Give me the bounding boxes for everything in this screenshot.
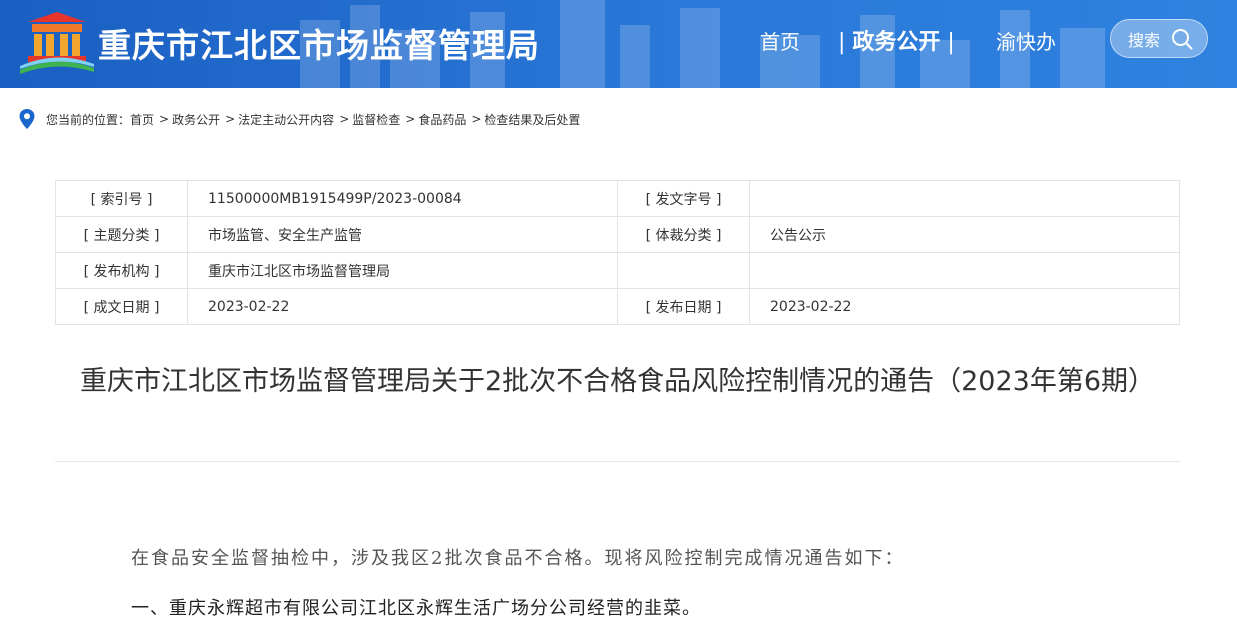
breadcrumb-prefix: 您当前的位置： xyxy=(46,112,131,127)
breadcrumb: 您当前的位置： 首页 > 政务公开 > 法定主动公开内容 > 监督检查 > 食品… xyxy=(18,108,580,130)
info-value: 市场监管、安全生产监管 xyxy=(187,216,618,253)
breadcrumb-statutory-disclosure[interactable]: 法定主动公开内容 xyxy=(238,111,334,128)
info-label: [ 体裁分类 ] xyxy=(617,216,750,253)
info-value: 2023-02-22 xyxy=(749,288,1180,325)
table-row: [ 主题分类 ] 市场监管、安全生产监管 [ 体裁分类 ] 公告公示 xyxy=(55,216,1180,253)
nav-yukuaiban[interactable]: 渝快办 xyxy=(996,26,1056,55)
breadcrumb-separator: > xyxy=(159,112,170,126)
title-divider xyxy=(55,461,1180,462)
info-value: 重庆市江北区市场监督管理局 xyxy=(187,252,618,289)
search-button[interactable]: 搜索 xyxy=(1110,19,1208,58)
table-row: [ 成文日期 ] 2023-02-22 [ 发布日期 ] 2023-02-22 xyxy=(55,288,1180,325)
nav-separator-left: | xyxy=(838,30,853,55)
breadcrumb-food-drug[interactable]: 食品药品 xyxy=(418,111,466,128)
info-label: [ 发布日期 ] xyxy=(617,288,750,325)
site-logo[interactable] xyxy=(18,10,96,76)
search-label: 搜索 xyxy=(1128,30,1161,50)
breadcrumb-inspection-results[interactable]: 检查结果及后处置 xyxy=(484,111,580,128)
document-intro-paragraph: 在食品安全监督抽检中，涉及我区2批次食品不合格。现将风险控制完成情况通告如下： xyxy=(131,548,905,569)
info-label: [ 成文日期 ] xyxy=(55,288,188,325)
info-value xyxy=(749,252,1180,289)
nav-home[interactable]: 首页 xyxy=(760,26,800,55)
document-item-paragraph: 一、重庆永辉超市有限公司江北区永辉生活广场分公司经营的韭菜。 xyxy=(131,598,701,619)
table-row: [ 索引号 ] 11500000MB1915499P/2023-00084 [ … xyxy=(55,180,1180,217)
breadcrumb-supervision[interactable]: 监督检查 xyxy=(352,111,400,128)
info-label xyxy=(617,252,750,289)
search-icon xyxy=(1172,29,1193,50)
info-label: [ 发文字号 ] xyxy=(617,180,750,217)
info-label: [ 发布机构 ] xyxy=(55,252,188,289)
breadcrumb-separator: > xyxy=(225,112,236,126)
table-row: [ 发布机构 ] 重庆市江北区市场监督管理局 xyxy=(55,252,1180,289)
info-value: 公告公示 xyxy=(749,216,1180,253)
breadcrumb-separator: > xyxy=(405,112,416,126)
info-value: 2023-02-22 xyxy=(187,288,618,325)
nav-separator-right: | xyxy=(940,30,955,55)
site-title[interactable]: 重庆市江北区市场监督管理局 xyxy=(98,19,540,67)
nav-gov-affairs[interactable]: | 政务公开 | xyxy=(838,24,955,56)
document-info-table: [ 索引号 ] 11500000MB1915499P/2023-00084 [ … xyxy=(55,180,1180,325)
location-pin-icon xyxy=(19,109,35,129)
breadcrumb-home[interactable]: 首页 xyxy=(130,111,154,128)
info-label: [ 主题分类 ] xyxy=(55,216,188,253)
info-label: [ 索引号 ] xyxy=(55,180,188,217)
breadcrumb-separator: > xyxy=(339,112,350,126)
document-title: 重庆市江北区市场监督管理局关于2批次不合格食品风险控制情况的通告（2023年第6… xyxy=(79,366,1156,397)
info-value: 11500000MB1915499P/2023-00084 xyxy=(187,180,618,217)
breadcrumb-gov-affairs[interactable]: 政务公开 xyxy=(172,111,220,128)
info-value xyxy=(749,180,1180,217)
site-header: 重庆市江北区市场监督管理局 首页 | 政务公开 | 渝快办 搜索 xyxy=(0,0,1237,88)
nav-gov-affairs-label: 政务公开 xyxy=(852,30,941,55)
breadcrumb-separator: > xyxy=(471,112,482,126)
